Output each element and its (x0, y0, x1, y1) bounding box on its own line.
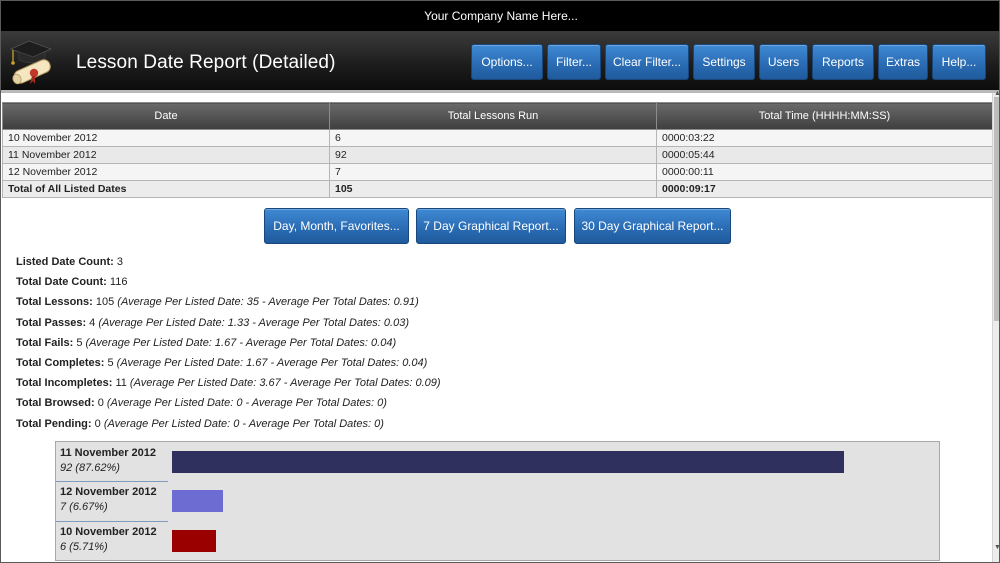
bar-value-label: 7 (6.67%) (60, 501, 108, 513)
row-lessons: 92 (329, 146, 657, 164)
table-header-row: Date Total Lessons Run Total Time (HHHH:… (2, 102, 993, 130)
vertical-scrollbar[interactable]: ▲ ▼ (992, 90, 999, 562)
row-lessons: 7 (329, 163, 657, 181)
bar-12-november (172, 490, 223, 512)
scroll-up-arrow-icon[interactable]: ▲ (994, 90, 999, 97)
report-content: Date Total Lessons Run Total Time (HHHH:… (2, 101, 993, 562)
bar-row: 11 November 2012 92 (87.62%) (56, 442, 939, 481)
page-title: Lesson Date Report (Detailed) (76, 52, 336, 73)
day-month-favorites-button[interactable]: Day, Month, Favorites... (264, 208, 409, 244)
bar-label: 11 November 2012 92 (87.62%) (60, 446, 156, 476)
total-lessons: 105 (329, 180, 657, 198)
bar-date-label: 10 November 2012 (60, 526, 157, 538)
stat-total-lessons: Total Lessons: 105 (Average Per Listed D… (16, 296, 419, 309)
bar-value-label: 6 (5.71%) (60, 541, 108, 553)
total-time: 0000:09:17 (656, 180, 993, 198)
row-date: 12 November 2012 (2, 163, 330, 181)
row-time: 0000:05:44 (656, 146, 993, 164)
stat-listed-date-count: Listed Date Count: 3 (16, 256, 123, 268)
row-date: 11 November 2012 (2, 146, 330, 164)
column-header-date[interactable]: Date (2, 102, 330, 130)
bar-date-label: 11 November 2012 (60, 447, 157, 459)
bar-label: 12 November 2012 7 (6.67%) (60, 485, 157, 515)
lessons-bar-chart: 11 November 2012 92 (87.62%) 12 November… (55, 441, 940, 561)
scroll-down-arrow-icon[interactable]: ▼ (994, 544, 999, 551)
row-lessons: 6 (329, 129, 657, 147)
table-row: 10 November 2012 6 0000:03:22 (2, 129, 993, 147)
bar-value-label: 92 (87.62%) (60, 462, 120, 474)
row-date: 10 November 2012 (2, 129, 330, 147)
bar-row: 12 November 2012 7 (6.67%) (56, 481, 939, 520)
company-name: Your Company Name Here... (424, 9, 578, 23)
graduation-diploma-icon (9, 40, 53, 85)
total-label: Total of All Listed Dates (2, 180, 330, 198)
lesson-date-table: Date Total Lessons Run Total Time (HHHH:… (2, 102, 993, 198)
bar-label: 10 November 2012 6 (5.71%) (60, 525, 157, 555)
thirty-day-report-button[interactable]: 30 Day Graphical Report... (574, 208, 731, 244)
row-time: 0000:03:22 (656, 129, 993, 147)
stat-total-pending: Total Pending: 0 (Average Per Listed Dat… (16, 417, 384, 430)
extras-button[interactable]: Extras (878, 44, 928, 80)
table-total-row: Total of All Listed Dates 105 0000:09:17 (2, 180, 993, 198)
bar-11-november (172, 451, 844, 473)
table-row: 11 November 2012 92 0000:05:44 (2, 146, 993, 164)
bar-date-label: 12 November 2012 (60, 486, 157, 498)
column-header-lessons[interactable]: Total Lessons Run (329, 102, 657, 130)
users-button[interactable]: Users (759, 44, 808, 80)
stat-total-fails: Total Fails: 5 (Average Per Listed Date:… (16, 336, 397, 349)
table-row: 12 November 2012 7 0000:00:11 (2, 163, 993, 181)
bar-10-november (172, 530, 216, 552)
filter-button[interactable]: Filter... (547, 44, 601, 80)
stat-total-date-count: Total Date Count: 116 (16, 276, 128, 289)
stat-total-passes: Total Passes: 4 (Average Per Listed Date… (16, 316, 409, 329)
company-bar: Your Company Name Here... (1, 1, 999, 31)
seven-day-report-button[interactable]: 7 Day Graphical Report... (416, 208, 566, 244)
stat-total-incompletes: Total Incompletes: 11 (Average Per Liste… (16, 377, 441, 390)
help-button[interactable]: Help... (932, 44, 986, 80)
app-header: Lesson Date Report (Detailed) Options...… (1, 31, 999, 93)
column-header-time[interactable]: Total Time (HHHH:MM:SS) (656, 102, 993, 130)
scrollbar-thumb[interactable] (994, 97, 999, 321)
bar-row: 10 November 2012 6 (5.71%) (56, 521, 939, 560)
settings-button[interactable]: Settings (693, 44, 755, 80)
report-window: Your Company Name Here... Lesson Date Re… (0, 0, 1000, 563)
stat-total-browsed: Total Browsed: 0 (Average Per Listed Dat… (16, 397, 387, 410)
options-button[interactable]: Options... (471, 44, 543, 80)
summary-stats: Listed Date Count: 3 Total Date Count: 1… (16, 255, 441, 437)
stat-total-completes: Total Completes: 5 (Average Per Listed D… (16, 356, 428, 369)
reports-button[interactable]: Reports (812, 44, 874, 80)
clear-filter-button[interactable]: Clear Filter... (605, 44, 689, 80)
row-time: 0000:00:11 (656, 163, 993, 181)
